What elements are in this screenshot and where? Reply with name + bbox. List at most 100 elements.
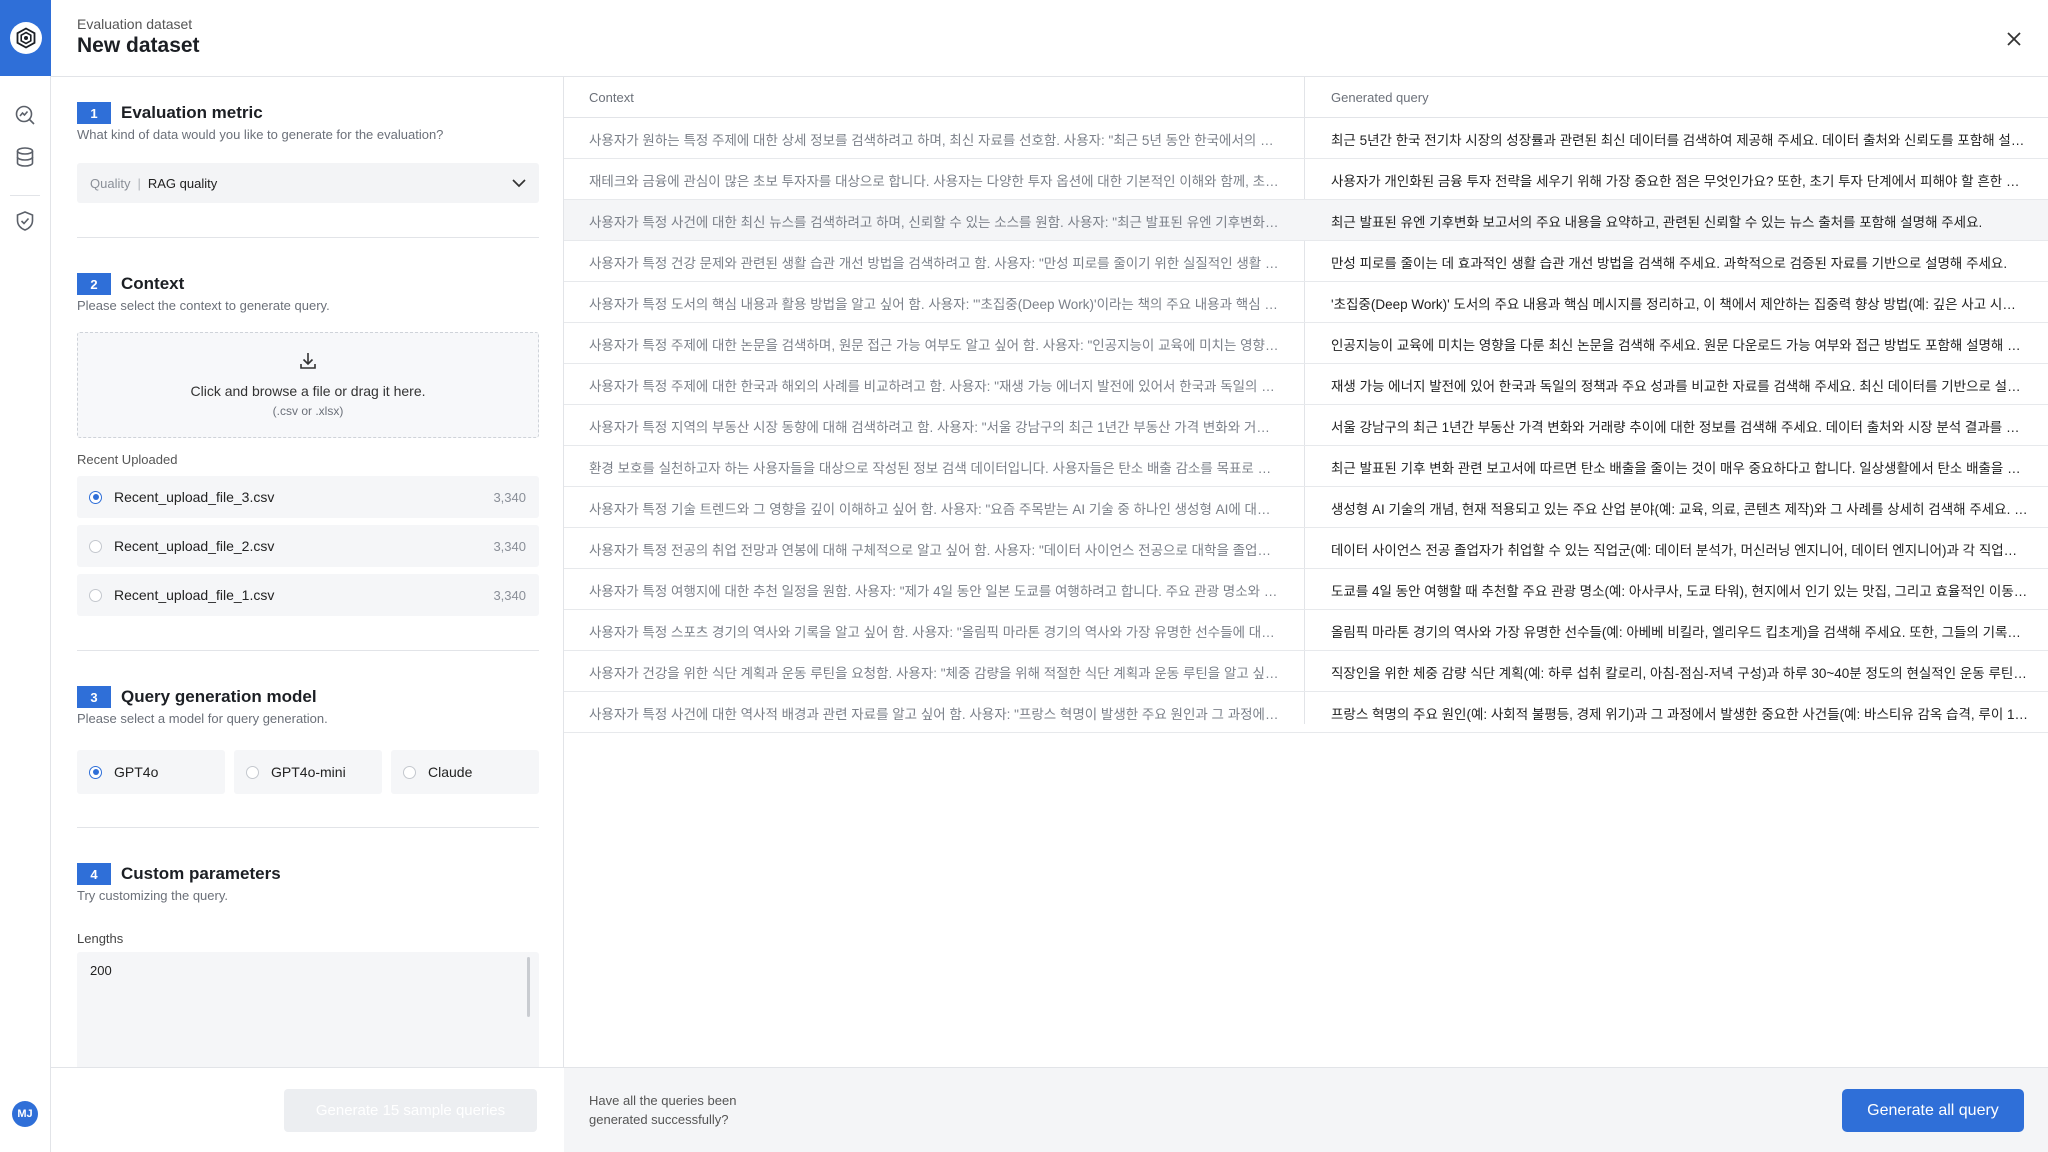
section-description: Please select a model for query generati…: [77, 711, 328, 726]
app-logo-icon: [9, 22, 42, 54]
generate-sample-button[interactable]: Generate 15 sample queries: [284, 1089, 537, 1132]
table-row[interactable]: 재테크와 금융에 관심이 많은 초보 투자자를 대상으로 합니다. 사용자는 다…: [564, 159, 2048, 200]
chevron-down-icon: [512, 179, 526, 188]
context-cell: 재테크와 금융에 관심이 많은 초보 투자자를 대상으로 합니다. 사용자는 다…: [589, 174, 1281, 189]
table-row-hovered[interactable]: 사용자가 특정 사건에 대한 최신 뉴스를 검색하려고 하며, 신뢰할 수 있는…: [564, 200, 2048, 241]
file-dropzone[interactable]: Click and browse a file or drag it here.…: [77, 332, 539, 438]
radio-selected[interactable]: [89, 765, 102, 779]
file-name: Recent_upload_file_2.csv: [114, 538, 275, 554]
rail-divider: [10, 195, 40, 196]
query-cell: 생성형 AI 기술의 개념, 현재 적용되고 있는 주요 산업 분야(예: 교육…: [1331, 502, 2028, 517]
radio-unselected[interactable]: [89, 539, 102, 553]
close-button[interactable]: [2002, 27, 2026, 51]
file-size: 3,340: [493, 587, 526, 603]
database-icon[interactable]: [12, 144, 38, 170]
dropzone-hint: (.csv or .xlsx): [272, 404, 344, 418]
table-row[interactable]: 사용자가 특정 주제에 대한 한국과 해외의 사례를 비교하려고 함. 사용자:…: [564, 364, 2048, 405]
settings-scroll-area[interactable]: 1 Evaluation metric What kind of data wo…: [77, 77, 539, 1067]
section-description: What kind of data would you like to gene…: [77, 127, 444, 142]
lengths-input[interactable]: 200: [77, 952, 539, 1067]
context-cell: 사용자가 특정 주제에 대한 한국과 해외의 사례를 비교하려고 함. 사용자:…: [589, 379, 1281, 394]
section-custom-params: 4 Custom parameters: [77, 863, 281, 885]
table-row[interactable]: 사용자가 특정 도서의 핵심 내용과 활용 방법을 알고 싶어 함. 사용자: …: [564, 282, 2048, 323]
section-title: Evaluation metric: [121, 103, 263, 122]
file-size: 3,340: [493, 489, 526, 505]
section-title: Context: [121, 274, 185, 293]
app-logo[interactable]: [0, 0, 51, 76]
table-row[interactable]: 사용자가 특정 사건에 대한 역사적 배경과 관련 자료를 알고 싶어 함. 사…: [564, 692, 2048, 733]
radio-unselected[interactable]: [403, 765, 416, 779]
select-value: RAG quality: [147, 175, 218, 191]
avatar[interactable]: MJ: [12, 1101, 38, 1127]
page-header: Evaluation dataset New dataset: [51, 0, 2048, 77]
query-cell: 인공지능이 교육에 미치는 영향을 다룬 최신 논문을 검색해 주세요. 원문 …: [1331, 338, 2028, 353]
shield-check-icon[interactable]: [12, 208, 38, 234]
section-number: 4: [77, 863, 111, 885]
model-option-claude[interactable]: Claude: [391, 750, 539, 794]
lengths-label: Lengths: [77, 931, 124, 946]
recent-file-item[interactable]: Recent_upload_file_3.csv 3,340: [77, 476, 539, 518]
section-title: Custom parameters: [121, 864, 281, 883]
settings-footer: Generate 15 sample queries: [51, 1067, 564, 1152]
column-header-generated-query: Generated query: [1331, 90, 1429, 105]
page-title: New dataset: [77, 34, 200, 57]
context-cell: 사용자가 특정 사건에 대한 역사적 배경과 관련 자료를 알고 싶어 함. 사…: [589, 707, 1281, 722]
query-cell: 사용자가 개인화된 금융 투자 전략을 세우기 위해 가장 중요한 점은 무엇인…: [1331, 174, 2028, 189]
section-evaluation-metric: 1 Evaluation metric: [77, 102, 263, 124]
table-row[interactable]: 사용자가 특정 스포츠 경기의 역사와 기록을 알고 싶어 함. 사용자: "올…: [564, 610, 2048, 651]
radio-unselected[interactable]: [246, 765, 259, 779]
completion-question: Have all the queries been generated succ…: [589, 1093, 737, 1127]
query-cell: 도쿄를 4일 동안 여행할 때 추천할 주요 관광 명소(예: 아사쿠사, 도쿄…: [1331, 584, 2028, 599]
section-title: Query generation model: [121, 687, 317, 706]
model-label: GPT4o-mini: [271, 764, 346, 780]
analytics-icon[interactable]: [12, 102, 38, 128]
query-cell: 프랑스 혁명의 주요 원인(예: 사회적 불평등, 경제 위기)과 그 과정에서…: [1331, 707, 2028, 722]
textarea-scrollbar[interactable]: [527, 957, 530, 1017]
section-number: 1: [77, 102, 111, 124]
radio-unselected[interactable]: [89, 588, 102, 602]
context-cell: 사용자가 원하는 특정 주제에 대한 상세 정보를 검색하려고 하며, 최신 자…: [589, 133, 1281, 148]
table-row[interactable]: 환경 보호를 실천하고자 하는 사용자들을 대상으로 작성된 정보 검색 데이터…: [564, 446, 2048, 487]
metric-select[interactable]: Quality | RAG quality: [77, 163, 539, 203]
section-number: 3: [77, 686, 111, 708]
query-cell: 최근 발표된 기후 변화 관련 보고서에 따르면 탄소 배출을 줄이는 것이 매…: [1331, 461, 2028, 476]
table-row[interactable]: 사용자가 특정 기술 트렌드와 그 영향을 깊이 이해하고 싶어 함. 사용자:…: [564, 487, 2048, 528]
table-header: Context Generated query: [564, 77, 2048, 118]
section-context: 2 Context: [77, 273, 184, 295]
table-row[interactable]: 사용자가 특정 여행지에 대한 추천 일정을 원함. 사용자: "제가 4일 동…: [564, 569, 2048, 610]
section-query-model: 3 Query generation model: [77, 686, 317, 708]
query-cell: 데이터 사이언스 전공 졸업자가 취업할 수 있는 직업군(예: 데이터 분석가…: [1331, 543, 2028, 558]
context-cell: 사용자가 특정 전공의 취업 전망과 연봉에 대해 구체적으로 알고 싶어 함.…: [589, 543, 1281, 558]
query-cell: 최근 5년간 한국 전기차 시장의 성장률과 관련된 최신 데이터를 검색하여 …: [1331, 133, 2028, 148]
table-row[interactable]: 사용자가 특정 지역의 부동산 시장 동향에 대해 검색하려고 함. 사용자: …: [564, 405, 2048, 446]
model-option-gpt4o[interactable]: GPT4o: [77, 750, 225, 794]
query-cell: 직장인을 위한 체중 감량 식단 계획(예: 하루 섭취 칼로리, 아침-점심-…: [1331, 666, 2028, 681]
table-row[interactable]: 사용자가 특정 주제에 대한 논문을 검색하며, 원문 접근 가능 여부도 알고…: [564, 323, 2048, 364]
context-cell: 사용자가 특정 지역의 부동산 시장 동향에 대해 검색하려고 함. 사용자: …: [589, 420, 1281, 435]
context-cell: 사용자가 특정 스포츠 경기의 역사와 기록을 알고 싶어 함. 사용자: "올…: [589, 625, 1281, 640]
query-cell: 올림픽 마라톤 경기의 역사와 가장 유명한 선수들(예: 아베베 비킬라, 엘…: [1331, 625, 2028, 640]
table-footer: Have all the queries been generated succ…: [564, 1067, 2048, 1152]
recent-file-item[interactable]: Recent_upload_file_1.csv 3,340: [77, 574, 539, 616]
select-separator: |: [137, 175, 141, 191]
table-row[interactable]: 사용자가 원하는 특정 주제에 대한 상세 정보를 검색하려고 하며, 최신 자…: [564, 118, 2048, 159]
breadcrumb: Evaluation dataset: [77, 16, 193, 32]
recent-uploaded-title: Recent Uploaded: [77, 452, 178, 467]
recent-file-item[interactable]: Recent_upload_file_2.csv 3,340: [77, 525, 539, 567]
generate-all-button[interactable]: Generate all query: [1842, 1089, 2024, 1132]
model-option-gpt4o-mini[interactable]: GPT4o-mini: [234, 750, 382, 794]
context-cell: 사용자가 특정 건강 문제와 관련된 생활 습관 개선 방법을 검색하려고 함.…: [589, 256, 1281, 271]
context-cell: 사용자가 특정 여행지에 대한 추천 일정을 원함. 사용자: "제가 4일 동…: [589, 584, 1281, 599]
context-cell: 환경 보호를 실천하고자 하는 사용자들을 대상으로 작성된 정보 검색 데이터…: [589, 461, 1281, 476]
model-label: GPT4o: [114, 764, 159, 780]
table-row[interactable]: 사용자가 건강을 위한 식단 계획과 운동 루틴을 요청함. 사용자: "체중 …: [564, 651, 2048, 692]
table-row[interactable]: 사용자가 특정 건강 문제와 관련된 생활 습관 개선 방법을 검색하려고 함.…: [564, 241, 2048, 282]
radio-selected[interactable]: [89, 490, 102, 504]
table-row[interactable]: 사용자가 특정 전공의 취업 전망과 연봉에 대해 구체적으로 알고 싶어 함.…: [564, 528, 2048, 569]
file-name: Recent_upload_file_1.csv: [114, 587, 275, 603]
context-cell: 사용자가 특정 주제에 대한 논문을 검색하며, 원문 접근 가능 여부도 알고…: [589, 338, 1281, 353]
query-cell: 재생 가능 에너지 발전에 있어 한국과 독일의 정책과 주요 성과를 비교한 …: [1331, 379, 2028, 394]
select-label: Quality: [90, 175, 131, 191]
section-number: 2: [77, 273, 111, 295]
query-cell: '초집중(Deep Work)' 도서의 주요 내용과 핵심 메시지를 정리하고…: [1331, 297, 2028, 312]
